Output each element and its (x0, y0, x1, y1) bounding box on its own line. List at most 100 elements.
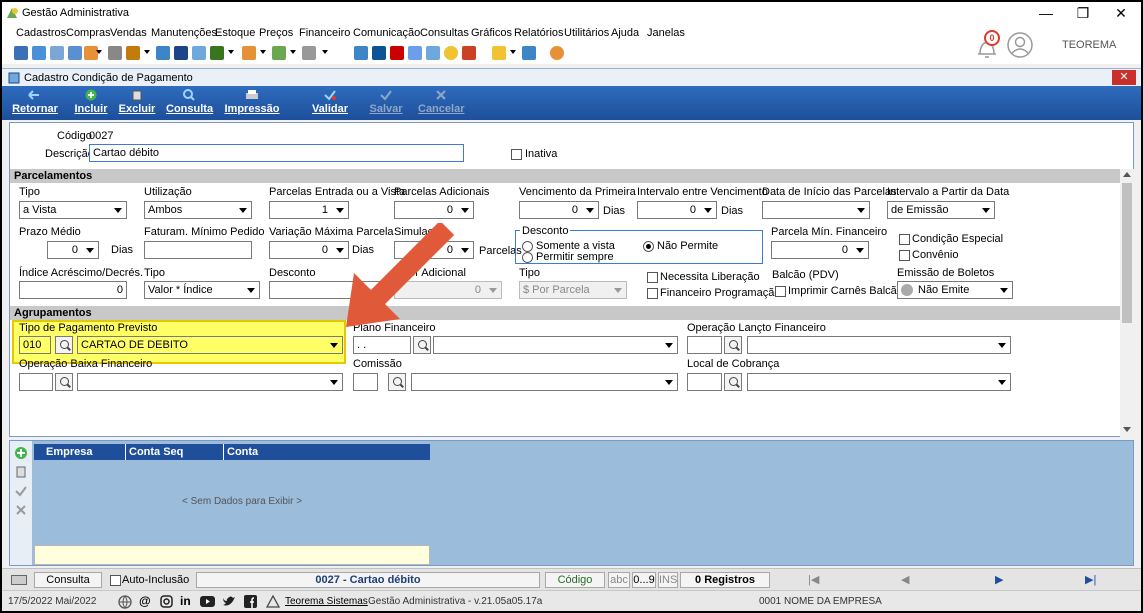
tool-cart-icon[interactable] (210, 46, 224, 60)
next-record-icon[interactable]: ▶ (995, 573, 1003, 586)
chevron-down-icon[interactable] (322, 50, 328, 54)
tipo3-select[interactable]: $ Por Parcela (519, 281, 627, 299)
menu-cadastros[interactable]: Cadastros (16, 27, 66, 39)
impressao-button[interactable]: Impressão (224, 89, 280, 115)
menu-comunicacao[interactable]: Comunicação (353, 27, 420, 39)
faturam-minimo-input[interactable] (144, 241, 252, 259)
tool-phone-icon[interactable] (108, 46, 122, 60)
desconto-somente-vista-radio[interactable] (522, 241, 533, 252)
tipo-pagamento-code-input[interactable]: 010 (19, 336, 51, 354)
tool-calendar-icon[interactable] (390, 46, 404, 60)
financeiro-programacao-checkbox[interactable] (647, 288, 658, 299)
incluir-button[interactable]: Incluir (72, 89, 110, 115)
operacao-lancto-search-icon[interactable] (724, 336, 742, 354)
column-empresa[interactable]: Empresa (34, 444, 126, 460)
necessita-liberacao-checkbox[interactable] (647, 272, 658, 283)
grid-filter-row[interactable] (34, 545, 430, 565)
tipo-pagamento-select[interactable]: CARTAO DE DEBITO (77, 336, 343, 354)
prev-record-icon[interactable]: ◀ (901, 573, 909, 586)
intervalo-partir-select[interactable]: de Emissão (887, 201, 995, 219)
add-row-icon[interactable] (14, 446, 28, 460)
youtube-icon[interactable] (200, 596, 215, 607)
chevron-down-icon[interactable] (510, 50, 516, 54)
tool-grid-icon[interactable] (408, 46, 422, 60)
comissao-search-icon[interactable] (388, 373, 406, 391)
tool-doc-icon[interactable] (192, 46, 206, 60)
tool-box-icon[interactable] (126, 46, 140, 60)
scroll-thumb[interactable] (1122, 183, 1132, 323)
user-avatar-icon[interactable] (1006, 31, 1034, 59)
tool-window-icon[interactable] (426, 46, 440, 60)
intervalo-vencimento-stepper[interactable]: 0 (637, 201, 717, 219)
utilizacao-select[interactable]: Ambos (144, 201, 252, 219)
descricao-input[interactable]: Cartao débito (89, 144, 464, 162)
tool-truck-icon[interactable] (242, 46, 256, 60)
column-conta[interactable]: Conta (224, 444, 430, 460)
plano-financeiro-select[interactable] (433, 336, 678, 354)
variacao-maxima-stepper[interactable]: 0 (269, 241, 349, 259)
menu-manutencoes[interactable]: Manutenções (151, 27, 217, 39)
menu-estoque[interactable]: Estoque (215, 27, 255, 39)
operacao-lancto-code-input[interactable] (687, 336, 722, 354)
desconto-permitir-sempre-radio[interactable] (522, 252, 533, 263)
tool-calc-icon[interactable] (354, 46, 368, 60)
scroll-up-icon[interactable] (1123, 172, 1131, 177)
tool-report-icon[interactable] (462, 46, 476, 60)
power-icon[interactable] (550, 46, 564, 60)
menu-consultas[interactable]: Consultas (420, 27, 469, 39)
scroll-down-icon[interactable] (1123, 427, 1131, 432)
condicao-especial-checkbox[interactable] (899, 234, 910, 245)
tool-print-icon[interactable] (302, 46, 316, 60)
tipo2-select[interactable]: Valor * Índice (144, 281, 260, 299)
prazo-medio-stepper[interactable]: 0 (47, 241, 99, 259)
menu-financeiro[interactable]: Financeiro (299, 27, 350, 39)
tool-calc2-icon[interactable] (372, 46, 386, 60)
menu-utilitarios[interactable]: Utilitários (564, 27, 609, 39)
email-icon[interactable]: @ (139, 594, 151, 608)
tipo-select[interactable]: a Vista (19, 201, 127, 219)
salvar-button[interactable]: Salvar (366, 89, 406, 115)
restore-button[interactable]: ❐ (1063, 2, 1103, 24)
tipo-pagamento-search-icon[interactable] (55, 336, 73, 354)
instagram-icon[interactable] (160, 595, 173, 608)
tool-chart-icon[interactable] (272, 46, 286, 60)
codigo-sort-status[interactable]: Código (545, 572, 605, 588)
consulta-button[interactable]: Consulta (166, 89, 213, 115)
indice-input[interactable]: 0 (19, 281, 127, 299)
menu-relatorios[interactable]: Relatórios (514, 27, 564, 39)
star-icon[interactable] (492, 46, 506, 60)
menu-precos[interactable]: Preços (259, 27, 293, 39)
tool-new-icon[interactable] (14, 46, 28, 60)
facebook-icon[interactable] (244, 595, 257, 608)
local-cobranca-search-icon[interactable] (724, 373, 742, 391)
chevron-down-icon[interactable] (260, 50, 266, 54)
vencimento-primeira-stepper[interactable]: 0 (519, 201, 599, 219)
tool-card-icon[interactable] (50, 46, 64, 60)
tool-users-icon[interactable] (32, 46, 46, 60)
comissao-code-input[interactable] (353, 373, 378, 391)
column-conta-seq[interactable]: Conta Seq (126, 444, 224, 460)
tool-person-icon[interactable] (156, 46, 170, 60)
inativa-checkbox[interactable] (511, 149, 522, 160)
operacao-baixa-select[interactable] (77, 373, 343, 391)
local-cobranca-code-input[interactable] (687, 373, 722, 391)
twitter-icon[interactable] (222, 595, 236, 607)
excluir-button[interactable]: Excluir (118, 89, 156, 115)
chevron-down-icon[interactable] (290, 50, 296, 54)
form-close-button[interactable]: ✕ (1112, 70, 1136, 85)
tool-list-icon[interactable] (68, 46, 82, 60)
menu-graficos[interactable]: Gráficos (471, 27, 512, 39)
menu-ajuda[interactable]: Ajuda (611, 27, 639, 39)
convenio-checkbox[interactable] (899, 250, 910, 261)
local-cobranca-select[interactable] (747, 373, 1011, 391)
parcelas-entrada-stepper[interactable]: 1 (269, 201, 349, 219)
operacao-baixa-code-input[interactable] (19, 373, 53, 391)
plano-financeiro-search-icon[interactable] (413, 336, 431, 354)
chevron-down-icon[interactable] (228, 50, 234, 54)
operacao-baixa-search-icon[interactable] (55, 373, 73, 391)
consulta-status[interactable]: Consulta (34, 572, 102, 588)
tool-search-icon[interactable] (174, 46, 188, 60)
menu-vendas[interactable]: Vendas (110, 27, 147, 39)
teorema-link[interactable]: Teorema Sistemas (285, 596, 368, 607)
first-record-icon[interactable]: |◀ (808, 573, 819, 586)
